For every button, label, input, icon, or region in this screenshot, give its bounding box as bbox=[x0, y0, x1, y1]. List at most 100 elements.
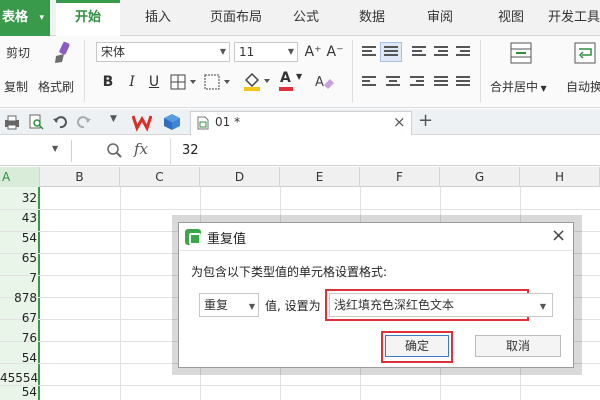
print-preview-icon[interactable] bbox=[28, 114, 44, 130]
name-box[interactable]: ▼ bbox=[0, 140, 72, 162]
align-center-icon[interactable] bbox=[386, 76, 400, 88]
cell-a[interactable]: 7 bbox=[0, 267, 40, 289]
cell-style-icon[interactable] bbox=[204, 74, 234, 90]
cancel-button[interactable]: 取消 bbox=[475, 335, 561, 357]
merge-center-button[interactable]: 合并居中 ▼ bbox=[490, 78, 547, 95]
border-button[interactable] bbox=[170, 74, 200, 90]
cut-button[interactable]: 剪切 bbox=[6, 44, 30, 61]
fill-color-icon[interactable] bbox=[242, 70, 274, 92]
auto-wrap-button[interactable]: 自动换 bbox=[566, 78, 600, 95]
cell-a[interactable]: 67 bbox=[0, 307, 40, 329]
cell-a[interactable]: 878 bbox=[0, 287, 40, 309]
align-left-icon[interactable] bbox=[362, 76, 376, 88]
document-icon bbox=[197, 116, 209, 130]
align-justify-icon[interactable] bbox=[434, 76, 448, 88]
svg-text:A: A bbox=[315, 75, 324, 90]
dialog-title-bar[interactable]: 重复值 × bbox=[179, 223, 573, 251]
align-top-icon[interactable] bbox=[362, 46, 376, 58]
format-painter-button[interactable]: 格式刷 bbox=[38, 78, 74, 95]
copy-button[interactable]: 复制 bbox=[4, 78, 28, 95]
chevron-down-icon: ▼ bbox=[296, 72, 303, 81]
duplicate-values-dialog: 重复值 × 为包含以下类型值的单元格设置格式: 重复 ▼ 值, 设置为 浅红填充… bbox=[178, 222, 574, 368]
document-name: 01 * bbox=[215, 115, 241, 129]
formula-bar bbox=[0, 136, 600, 166]
grid-line bbox=[0, 385, 600, 386]
value-type-value: 重复 bbox=[204, 298, 229, 312]
formula-input[interactable]: 32 bbox=[182, 143, 199, 158]
dialog-prompt: 为包含以下类型值的单元格设置格式: bbox=[191, 265, 388, 279]
dialog-title: 重复值 bbox=[207, 232, 247, 247]
column-header-b[interactable]: B bbox=[40, 167, 120, 187]
tab-formulas[interactable]: 公式 bbox=[282, 0, 330, 36]
indent-increase-icon[interactable] bbox=[456, 46, 470, 58]
column-header-g[interactable]: G bbox=[440, 167, 520, 187]
tab-page-layout[interactable]: 页面布局 bbox=[196, 0, 276, 36]
column-header-a[interactable]: A bbox=[0, 167, 40, 187]
column-header-h[interactable]: H bbox=[520, 167, 600, 187]
close-icon[interactable]: × bbox=[551, 225, 566, 246]
grid-line bbox=[0, 209, 600, 210]
tab-insert[interactable]: 插入 bbox=[130, 0, 186, 36]
italic-button[interactable]: I bbox=[124, 72, 140, 92]
tab-review[interactable]: 审阅 bbox=[414, 0, 466, 36]
chevron-down-icon: ▼ bbox=[287, 47, 294, 56]
underline-button[interactable]: U bbox=[146, 72, 162, 92]
divider bbox=[352, 40, 353, 102]
grid-line bbox=[120, 187, 121, 400]
print-icon[interactable] bbox=[4, 114, 20, 130]
cell-a[interactable]: 43 bbox=[0, 207, 40, 229]
align-bottom-icon[interactable] bbox=[412, 46, 426, 58]
undo-icon[interactable] bbox=[52, 114, 68, 130]
chevron-down-icon: ▼ bbox=[539, 302, 546, 311]
cell-a[interactable]: 54 bbox=[0, 227, 40, 249]
grow-font-button[interactable]: A⁺ bbox=[304, 42, 322, 62]
align-middle-button[interactable] bbox=[380, 42, 402, 62]
cell-a[interactable]: 76 bbox=[0, 327, 40, 349]
tab-home[interactable]: 开始 bbox=[56, 0, 120, 36]
app-menu-button[interactable]: 表格 ▾ bbox=[0, 0, 50, 36]
bold-button[interactable]: B bbox=[100, 72, 116, 92]
close-tab-icon[interactable]: × bbox=[393, 113, 406, 131]
merge-center-icon[interactable] bbox=[510, 42, 532, 64]
document-tab[interactable]: 01 * × bbox=[190, 111, 412, 135]
column-header-d[interactable]: D bbox=[200, 167, 280, 187]
font-name-select[interactable]: 宋体 ▼ bbox=[96, 42, 230, 62]
divider bbox=[170, 138, 171, 164]
column-header-c[interactable]: C bbox=[120, 167, 200, 187]
app-icon bbox=[185, 229, 201, 245]
format-select[interactable]: 浅红填充色深红色文本 ▼ bbox=[329, 293, 553, 317]
cloud-cube-icon[interactable] bbox=[162, 112, 182, 132]
new-tab-icon[interactable]: + bbox=[418, 110, 433, 131]
tab-view[interactable]: 视图 bbox=[486, 0, 536, 36]
column-header-e[interactable]: E bbox=[280, 167, 360, 187]
font-size-select[interactable]: 11 ▼ bbox=[234, 42, 298, 62]
chevron-down-icon: ▼ bbox=[248, 302, 255, 311]
merge-center-label: 合并居中 bbox=[490, 80, 539, 94]
ok-button[interactable]: 确定 bbox=[385, 335, 449, 357]
font-color-swatch bbox=[279, 87, 293, 91]
tab-developer[interactable]: 开发工具 bbox=[548, 0, 600, 36]
value-type-select[interactable]: 重复 ▼ bbox=[199, 293, 259, 317]
column-header-f[interactable]: F bbox=[360, 167, 440, 187]
set-to-label: 值, 设置为 bbox=[265, 299, 321, 313]
redo-icon[interactable] bbox=[76, 114, 92, 130]
font-color-button[interactable]: A ▼ bbox=[278, 70, 306, 92]
align-distributed-icon[interactable] bbox=[456, 76, 470, 88]
shrink-font-button[interactable]: A⁻ bbox=[326, 42, 344, 62]
align-right-icon[interactable] bbox=[410, 76, 425, 88]
function-icon[interactable]: fx bbox=[134, 140, 148, 158]
wrap-text-icon[interactable] bbox=[574, 42, 596, 64]
wps-logo-icon[interactable] bbox=[131, 112, 153, 132]
zoom-icon[interactable] bbox=[106, 142, 122, 158]
brush-icon[interactable] bbox=[52, 40, 74, 66]
app-menu-label: 表格 bbox=[2, 10, 29, 25]
tab-data[interactable]: 数据 bbox=[344, 0, 400, 36]
cell-a[interactable]: 54 bbox=[0, 385, 40, 400]
cell-a[interactable]: 54 bbox=[0, 347, 40, 369]
indent-decrease-icon[interactable] bbox=[434, 46, 448, 58]
erase-format-icon[interactable]: A bbox=[314, 72, 344, 90]
cell-a[interactable]: 32 bbox=[0, 187, 40, 209]
cell-a[interactable]: 65 bbox=[0, 247, 40, 269]
customize-dropdown-icon[interactable]: ▼ bbox=[110, 114, 117, 124]
font-size-value: 11 bbox=[239, 45, 255, 59]
